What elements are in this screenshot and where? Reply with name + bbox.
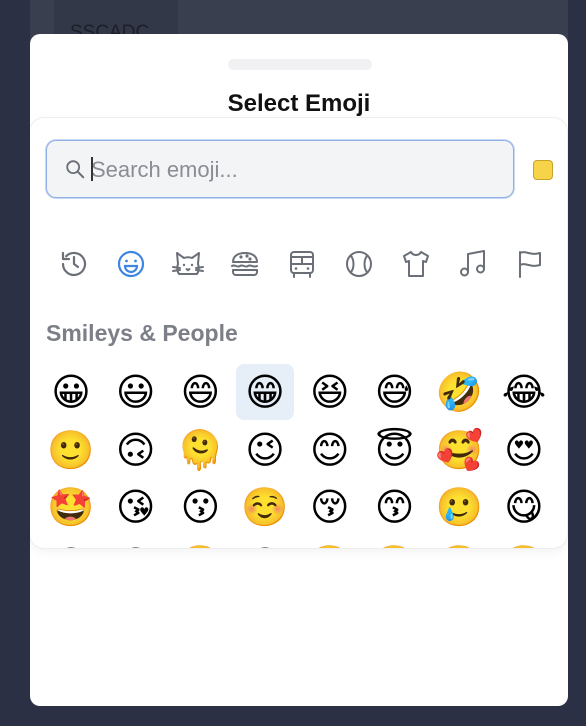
- emoji-cell[interactable]: 😋: [495, 479, 553, 535]
- emoji-cell[interactable]: 🤣: [430, 364, 488, 420]
- shirt-icon: [403, 251, 429, 277]
- search-icon: [66, 160, 85, 179]
- emoji-cell[interactable]: 😅: [366, 364, 424, 420]
- emoji-cell[interactable]: 🥰: [430, 422, 488, 478]
- baseball-icon: [346, 251, 372, 277]
- emoji-cell[interactable]: 🤭: [430, 537, 488, 549]
- category-objects[interactable]: [394, 242, 438, 286]
- category-travel[interactable]: [280, 242, 324, 286]
- emoji-cell[interactable]: 😘: [107, 479, 165, 535]
- emoji-cell[interactable]: 😄: [171, 364, 229, 420]
- category-animals[interactable]: [166, 242, 210, 286]
- category-smileys[interactable]: [109, 242, 153, 286]
- music-note-icon: [460, 250, 485, 277]
- category-symbols[interactable]: [451, 242, 495, 286]
- emoji-cell[interactable]: 😊: [301, 422, 359, 478]
- emoji-cell[interactable]: 🫠: [171, 422, 229, 478]
- emoji-cell[interactable]: 😝: [236, 537, 294, 549]
- emoji-cell[interactable]: 🤗: [366, 537, 424, 549]
- section-heading: Smileys & People: [46, 320, 238, 346]
- emoji-cell[interactable]: 🤩: [42, 479, 100, 535]
- emoji-cell[interactable]: ☺️: [236, 479, 294, 535]
- emoji-cell[interactable]: 😆: [301, 364, 359, 420]
- emoji-cell[interactable]: 🙃: [107, 422, 165, 478]
- emoji-cell[interactable]: 😃: [107, 364, 165, 420]
- search-input[interactable]: [89, 149, 493, 191]
- skin-tone-button[interactable]: [533, 160, 553, 180]
- burger-icon: [231, 252, 258, 276]
- category-food[interactable]: [223, 242, 267, 286]
- emoji-cell[interactable]: 😍: [495, 422, 553, 478]
- bus-icon: [290, 251, 314, 278]
- search-box[interactable]: [46, 140, 514, 198]
- emoji-sheet: Select Emoji Search emoji... Smileys & P…: [30, 34, 568, 706]
- text-caret: [91, 157, 93, 181]
- emoji-cell[interactable]: 😛: [42, 537, 100, 549]
- emoji-cell[interactable]: 😇: [366, 422, 424, 478]
- emoji-cell[interactable]: 😀: [42, 364, 100, 420]
- smileys-icon: [117, 250, 145, 278]
- category-flags[interactable]: [508, 242, 552, 286]
- recent-icon: [61, 251, 87, 277]
- sheet-grabber[interactable]: [228, 59, 372, 70]
- emoji-picker: Smileys & People 😀😃😄😁😆😅🤣😂 🙂🙃🫠😉😊😇🥰😍 🤩😘😗☺️😚😙…: [30, 118, 567, 548]
- emoji-cell[interactable]: 🙂: [42, 422, 100, 478]
- category-activity[interactable]: [337, 242, 381, 286]
- cat-icon: [172, 252, 204, 275]
- emoji-cell[interactable]: 🤑: [301, 537, 359, 549]
- emoji-cell[interactable]: 😙: [366, 479, 424, 535]
- flag-icon: [519, 251, 541, 278]
- category-bar: [46, 242, 556, 286]
- emoji-cell[interactable]: 😗: [171, 479, 229, 535]
- emoji-cell[interactable]: 🥲: [430, 479, 488, 535]
- emoji-cell[interactable]: 🫢: [495, 537, 553, 549]
- emoji-cell[interactable]: 😂: [495, 364, 553, 420]
- category-recent[interactable]: [52, 242, 96, 286]
- emoji-cell[interactable]: 😉: [236, 422, 294, 478]
- sheet-title: Select Emoji: [227, 90, 371, 117]
- emoji-cell[interactable]: 😚: [301, 479, 359, 535]
- emoji-cell[interactable]: 😁: [236, 364, 295, 420]
- emoji-cell[interactable]: 😜: [107, 537, 165, 549]
- emoji-cell[interactable]: 🤪: [171, 537, 229, 549]
